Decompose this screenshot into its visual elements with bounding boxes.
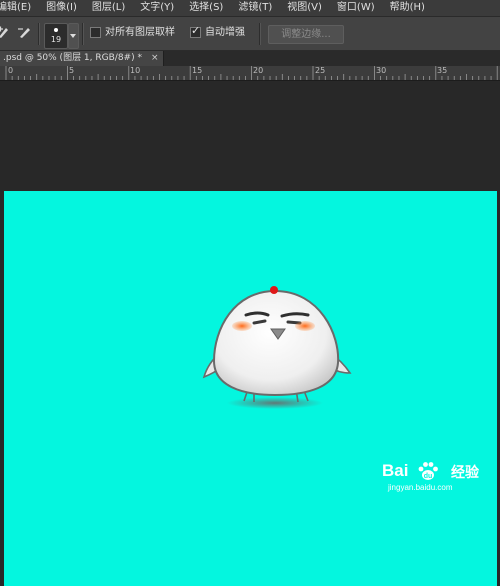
ruler-label: 25 — [315, 66, 326, 75]
menu-image[interactable]: 图像(I) — [46, 0, 77, 16]
svg-text:du: du — [424, 473, 433, 480]
workspace[interactable]: Bai du 经验 jingyan.baidu.com — [0, 81, 500, 586]
menu-bar: 编辑(E) 图像(I) 图层(L) 文字(Y) 选择(S) 滤镜(T) 视图(V… — [0, 0, 500, 17]
separator — [82, 23, 84, 45]
horizontal-ruler: 0 5 10 15 20 25 30 35 — [0, 66, 500, 81]
chevron-down-icon — [70, 34, 76, 38]
document-canvas[interactable]: Bai du 经验 jingyan.baidu.com — [4, 191, 497, 586]
close-icon[interactable]: × — [151, 51, 159, 66]
menu-help[interactable]: 帮助(H) — [390, 0, 425, 16]
document-tab-bar: .psd @ 50% (图层 1, RGB/8#) * × — [0, 51, 500, 66]
brush-picker[interactable]: 19 — [44, 23, 68, 49]
ruler-label: 5 — [69, 66, 75, 75]
ruler-label: 15 — [192, 66, 203, 75]
paw-icon: du — [418, 462, 438, 480]
menu-type[interactable]: 文字(Y) — [140, 0, 174, 16]
sample-all-layers-label: 对所有图层取样 — [105, 27, 175, 38]
brush-size: 19 — [50, 35, 62, 44]
brush-tip-icon — [54, 28, 58, 32]
ruler-ticks — [5, 66, 498, 80]
baidu-watermark: Bai du 经验 jingyan.baidu.com — [382, 461, 497, 511]
ruler-label: 30 — [376, 66, 387, 75]
brush-add-icon[interactable] — [0, 25, 11, 39]
menu-filter[interactable]: 滤镜(T) — [238, 0, 272, 16]
brush-subtract-icon[interactable] — [17, 25, 31, 39]
watermark-brand: Bai — [382, 461, 409, 480]
menu-window[interactable]: 窗口(W) — [337, 0, 375, 16]
ruler-label: 10 — [130, 66, 141, 75]
checkmark-icon: ✓ — [191, 24, 201, 37]
options-bar: 19 对所有图层取样 ✓ 自动增强 调整边缘... — [0, 17, 500, 51]
ruler-label: 0 — [8, 66, 14, 75]
menu-view[interactable]: 视图(V) — [287, 0, 322, 16]
menu-edit[interactable]: 编辑(E) — [0, 0, 31, 16]
menu-layer[interactable]: 图层(L) — [92, 0, 125, 16]
watermark-url: jingyan.baidu.com — [388, 483, 453, 492]
chick-mascot-image — [202, 286, 352, 409]
separator — [38, 23, 40, 45]
separator — [259, 23, 261, 45]
ruler-label: 35 — [437, 66, 448, 75]
ruler-label: 20 — [253, 66, 264, 75]
document-tab[interactable]: .psd @ 50% (图层 1, RGB/8#) * × — [0, 51, 164, 66]
watermark-suffix: 经验 — [451, 465, 479, 481]
document-tab-title: .psd @ 50% (图层 1, RGB/8#) * — [3, 53, 142, 63]
refine-edge-button[interactable]: 调整边缘... — [268, 25, 344, 44]
auto-enhance-label: 自动增强 — [205, 27, 245, 38]
brush-dropdown-button[interactable] — [68, 23, 79, 49]
auto-enhance-checkbox[interactable]: ✓ — [190, 24, 201, 38]
sample-all-layers-checkbox[interactable] — [90, 27, 101, 38]
menu-select[interactable]: 选择(S) — [189, 0, 223, 16]
